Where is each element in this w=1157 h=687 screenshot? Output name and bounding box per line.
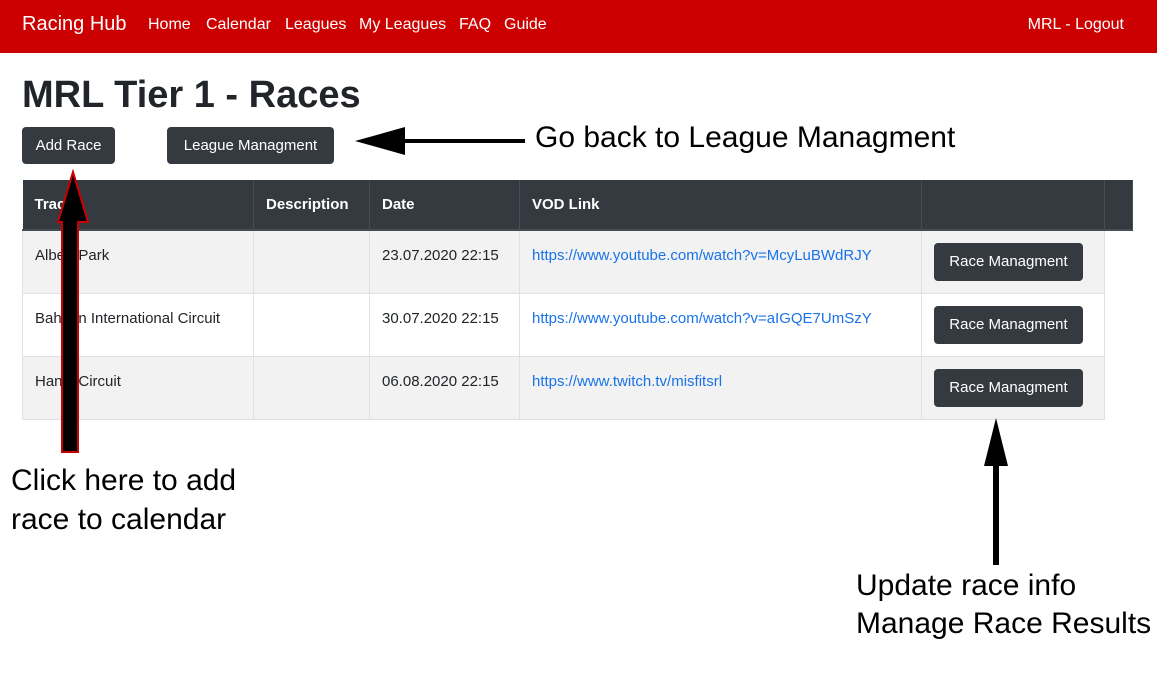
cell-vod: https://www.twitch.tv/misfitsrl <box>519 355 922 420</box>
cell-date: 30.07.2020 22:15 <box>369 292 520 357</box>
race-management-button[interactable]: Race Managment <box>934 368 1083 407</box>
nav-leagues[interactable]: Leagues <box>285 16 346 34</box>
brand-logo[interactable]: Racing Hub <box>22 13 127 36</box>
nav-my-leagues[interactable]: My Leagues <box>359 16 446 34</box>
arrow-left-icon <box>355 127 525 155</box>
cell-date: 23.07.2020 22:15 <box>369 229 520 294</box>
filler-cell <box>1104 230 1133 293</box>
cell-description <box>253 292 370 357</box>
annotation-add-race-line1: Click here to add <box>11 464 237 497</box>
cell-description <box>253 229 370 294</box>
cell-track: Bahrain International Circuit <box>22 292 254 357</box>
filler-cell <box>1104 356 1133 419</box>
vod-link[interactable]: https://www.youtube.com/watch?v=McyLuBWd… <box>532 247 872 264</box>
annotation-update-line1: Update race info <box>856 569 1077 602</box>
race-management-button[interactable]: Race Managment <box>934 242 1083 281</box>
races-table: Track Description Date VOD Link Albert P… <box>22 180 1133 420</box>
annotation-league-back: Go back to League Managment <box>535 121 956 154</box>
table-row: Albert Park 23.07.2020 22:15 https://www… <box>22 229 1133 294</box>
annotation-update-line2: Manage Race Results <box>856 607 1152 640</box>
add-race-button[interactable]: Add Race <box>22 127 115 164</box>
cell-track: Hanoi Circuit <box>22 355 254 420</box>
cell-vod: https://www.youtube.com/watch?v=aIGQE7Um… <box>519 292 922 357</box>
table-row: Hanoi Circuit 06.08.2020 22:15 https://w… <box>22 355 1133 420</box>
nav-guide[interactable]: Guide <box>504 16 547 34</box>
header-date: Date <box>369 180 520 231</box>
league-management-button[interactable]: League Managment <box>167 127 334 164</box>
top-navbar: Racing Hub Home Calendar Leagues My Leag… <box>0 0 1157 53</box>
header-filler <box>1104 180 1133 231</box>
table-row: Bahrain International Circuit 30.07.2020… <box>22 292 1133 357</box>
header-vod-link: VOD Link <box>519 180 922 231</box>
cell-track: Albert Park <box>22 229 254 294</box>
page-title: MRL Tier 1 - Races <box>22 74 361 116</box>
nav-calendar[interactable]: Calendar <box>206 16 271 34</box>
vod-link[interactable]: https://www.twitch.tv/misfitsrl <box>532 373 722 390</box>
header-actions <box>921 180 1105 231</box>
header-track: Track <box>22 180 254 231</box>
cell-date: 06.08.2020 22:15 <box>369 355 520 420</box>
race-management-button[interactable]: Race Managment <box>934 305 1083 344</box>
logout-link[interactable]: MRL - Logout <box>1028 16 1124 34</box>
vod-link[interactable]: https://www.youtube.com/watch?v=aIGQE7Um… <box>532 310 872 327</box>
cell-description <box>253 355 370 420</box>
filler-cell <box>1104 293 1133 356</box>
header-description: Description <box>253 180 370 231</box>
arrow-up-icon <box>984 418 1008 565</box>
cell-vod: https://www.youtube.com/watch?v=McyLuBWd… <box>519 229 922 294</box>
nav-faq[interactable]: FAQ <box>459 16 491 34</box>
nav-home[interactable]: Home <box>148 16 191 34</box>
annotation-add-race-line2: race to calendar <box>11 503 227 536</box>
table-header-row: Track Description Date VOD Link <box>22 180 1133 231</box>
